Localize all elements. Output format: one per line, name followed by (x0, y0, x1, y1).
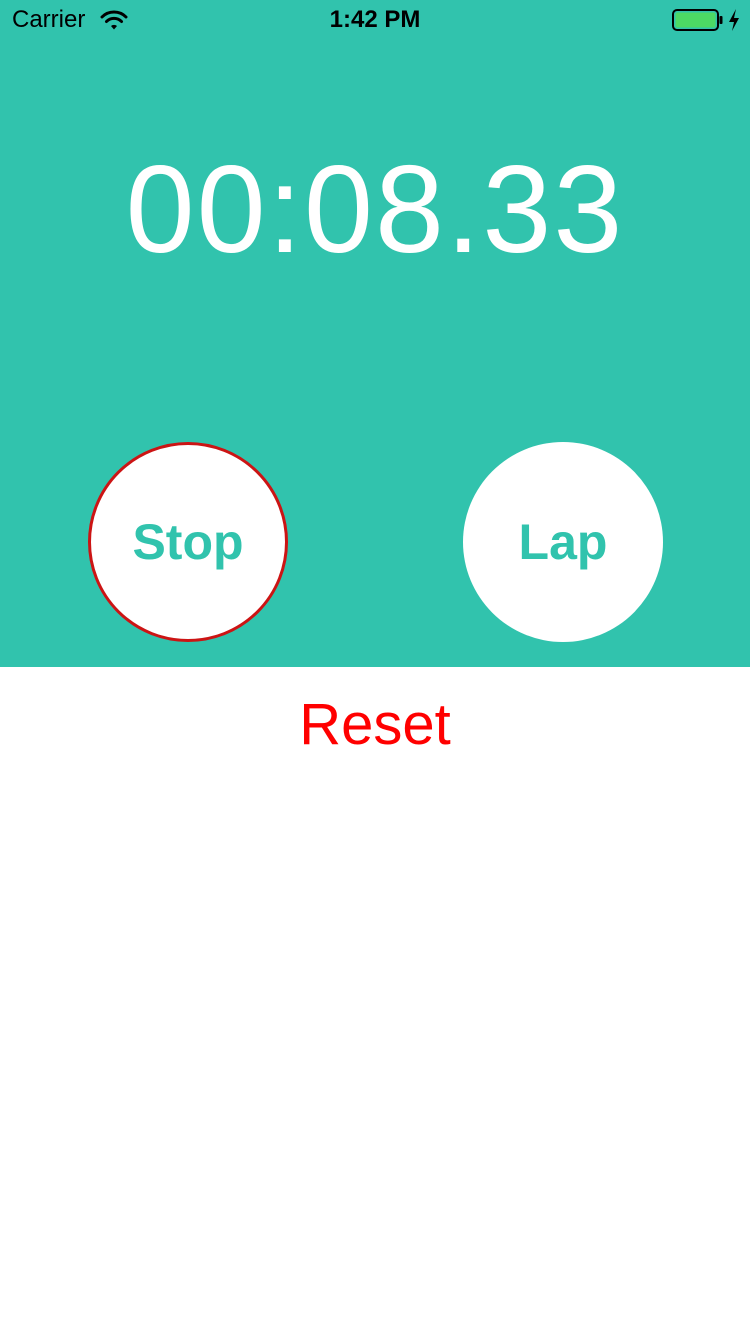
stopwatch-screen: Carrier 1:42 PM 00:08.33 Stop Lap Reset (0, 0, 750, 1334)
reset-button[interactable]: Reset (0, 692, 750, 758)
timer-display: 00:08.33 (125, 141, 625, 279)
status-bar: Carrier 1:42 PM (0, 0, 750, 40)
stop-button[interactable]: Stop (88, 442, 288, 642)
status-time: 1:42 PM (329, 6, 421, 33)
stop-button-label: Stop (132, 514, 244, 570)
battery-icon (672, 9, 723, 31)
bolt-icon (729, 9, 739, 31)
lap-button[interactable]: Lap (463, 442, 663, 642)
lap-button-label: Lap (518, 514, 608, 570)
timer-panel: Carrier 1:42 PM 00:08.33 Stop Lap (0, 0, 750, 667)
